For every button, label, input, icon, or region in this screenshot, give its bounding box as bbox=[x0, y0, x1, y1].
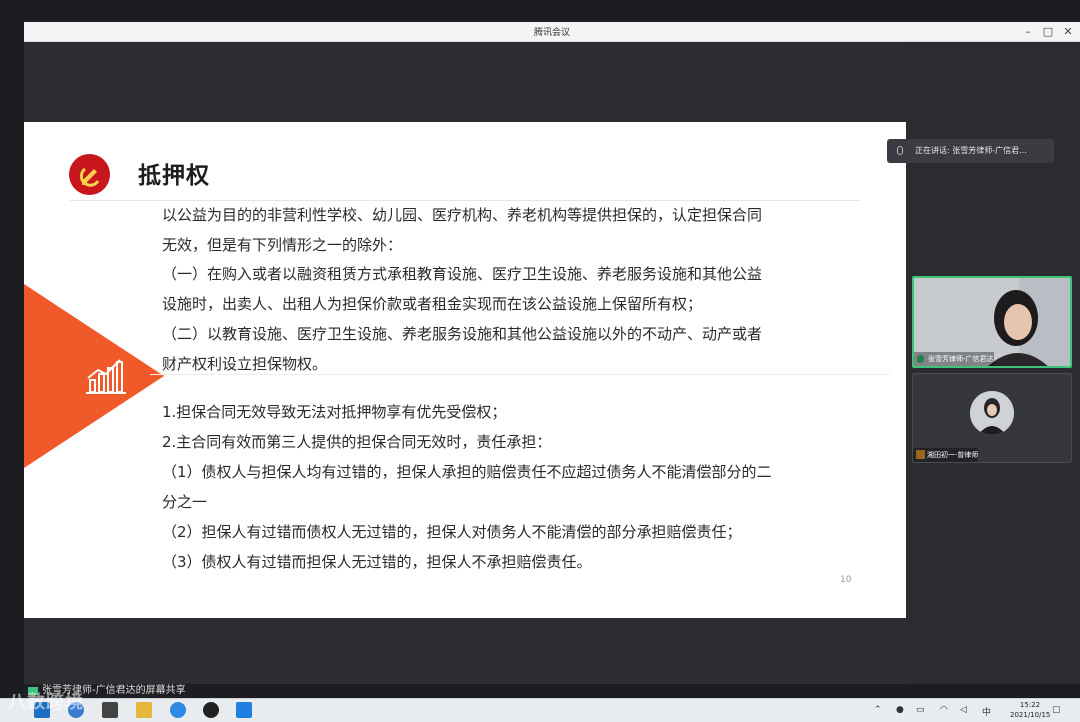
microphone-icon bbox=[897, 146, 903, 155]
paragraph-line: （二）以教育设施、医疗卫生设施、养老服务设施和其他公益设施以外的不动产、动产或者 bbox=[162, 325, 763, 343]
notification-icon[interactable]: ▢ bbox=[1052, 705, 1061, 715]
list-item: （3）债权人有过错而担保人无过错的，担保人不承担赔偿责任。 bbox=[162, 553, 592, 571]
tray-mic-icon[interactable]: ● bbox=[896, 705, 904, 715]
party-emblem-icon bbox=[69, 154, 110, 195]
list-item: （1）债权人与担保人均有过错的，担保人承担的赔偿责任不应超过债务人不能清偿部分的… bbox=[162, 463, 772, 481]
participant-video-tile[interactable]: 湘田初一·曾律师 bbox=[912, 373, 1072, 463]
meeting-window: 腾讯会议 – □ ✕ 抵押权 以公益为目的的非营利性学校、幼儿园、医疗机构、养老… bbox=[0, 0, 1080, 722]
tray-volume-icon[interactable]: ◁ bbox=[960, 705, 967, 715]
clock-time: 15:22 bbox=[1019, 701, 1041, 709]
window-titlebar: 腾讯会议 – □ ✕ bbox=[24, 22, 1080, 42]
paragraph-line: （一）在购入或者以融资租赁方式承租教育设施、医疗卫生设施、养老服务设施和其他公益 bbox=[162, 265, 763, 283]
tray-network-icon[interactable]: ▭ bbox=[916, 705, 925, 715]
chrome-icon[interactable] bbox=[203, 702, 219, 718]
close-icon[interactable]: ✕ bbox=[1060, 24, 1076, 40]
list-item: （2）担保人有过错而债权人无过错的，担保人对债务人不能清偿的部分承担赔偿责任； bbox=[162, 523, 742, 541]
avatar bbox=[970, 391, 1014, 435]
list-item: 1.担保合同无效导致无法对抵押物享有优先受偿权； bbox=[162, 403, 507, 421]
slide-page-number: 10 bbox=[840, 575, 852, 585]
system-clock[interactable]: 15:22 2021/10/15 bbox=[1010, 700, 1050, 720]
participant-name: 张雪芳律师-广信君达 bbox=[914, 352, 994, 366]
tencent-meeting-icon[interactable] bbox=[236, 702, 252, 718]
clock-date: 2021/10/15 bbox=[1010, 711, 1051, 719]
app-icon[interactable] bbox=[102, 702, 118, 718]
edge-browser-icon[interactable] bbox=[170, 702, 186, 718]
tray-wifi-icon[interactable]: ◠ bbox=[940, 705, 948, 715]
list-item: 2.主合同有效而第三人提供的担保合同无效时，责任承担： bbox=[162, 433, 552, 451]
paragraph-line: 无效，但是有下列情形之一的除外： bbox=[162, 236, 403, 254]
section-divider bbox=[150, 374, 890, 375]
tray-chevron-icon[interactable]: ⌃ bbox=[874, 705, 882, 715]
folder-icon[interactable] bbox=[136, 702, 152, 718]
participant-video-tile[interactable]: 张雪芳律师-广信君达 bbox=[912, 276, 1072, 368]
minimize-icon[interactable]: – bbox=[1020, 24, 1036, 40]
ime-indicator[interactable]: 中 bbox=[982, 705, 991, 718]
list-item: 分之一 bbox=[162, 493, 208, 511]
slide-title: 抵押权 bbox=[138, 162, 210, 189]
bar-chart-icon bbox=[86, 359, 126, 394]
maximize-icon[interactable]: □ bbox=[1040, 24, 1056, 40]
window-title: 腾讯会议 bbox=[533, 28, 570, 38]
watermark-text: 八数跨境 bbox=[8, 692, 84, 713]
speaking-indicator: 正在讲话: 张雪芳律师-广信君... bbox=[887, 139, 1054, 163]
participant-name: 湘田初一·曾律师 bbox=[913, 448, 979, 462]
paragraph-line: 设施时，出卖人、出租人为担保价款或者租金实现而在该公益设施上保留所有权； bbox=[162, 295, 703, 313]
paragraph-line: 以公益为目的的非营利性学校、幼儿园、医疗机构、养老机构等提供担保的，认定担保合同 bbox=[162, 206, 763, 224]
speaking-label: 正在讲话: 张雪芳律师-广信君... bbox=[915, 146, 1027, 155]
